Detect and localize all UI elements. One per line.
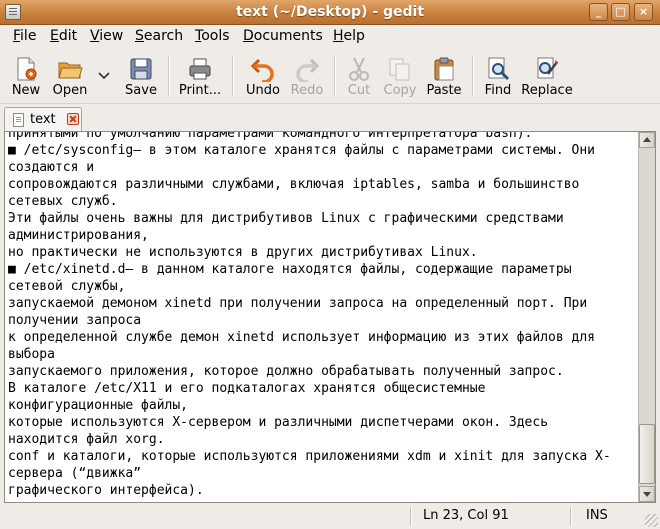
text-line: сервера (“движка”	[8, 466, 142, 481]
text-line: запускаемой демоном xinetd при получении…	[8, 296, 588, 311]
copy-icon	[389, 58, 410, 81]
text-line: администрирования,	[8, 228, 149, 243]
text-line: ■ /etc/xinetd.d— в данном каталоге наход…	[8, 262, 572, 277]
undo-button[interactable]: Undo	[240, 52, 286, 102]
close-tab-icon[interactable]	[67, 113, 79, 125]
document-tabs: text	[0, 105, 660, 132]
menu-documents[interactable]: Documents	[243, 28, 323, 44]
text-line: конфигурационные файлы,	[8, 398, 189, 413]
undo-icon	[250, 58, 274, 82]
copy-button[interactable]: Copy	[380, 52, 420, 102]
toolbar-separator	[168, 56, 170, 96]
save-icon	[130, 58, 152, 80]
print-button[interactable]: Print...	[174, 52, 226, 102]
text-line: выбора	[8, 347, 55, 362]
text-line: сетевой службы,	[8, 279, 126, 294]
menu-search[interactable]: Search	[135, 28, 183, 44]
menu-view[interactable]: View	[90, 28, 123, 44]
window-title: text (~/Desktop) - gedit	[235, 4, 425, 20]
toolbar-separator	[472, 56, 474, 96]
toolbar-separator	[334, 56, 336, 96]
menu-edit[interactable]: Edit	[50, 28, 77, 44]
text-line: сопровождаются различными службами, вклю…	[8, 177, 580, 192]
text-line: запускаемого приложения, которое должно …	[8, 364, 564, 379]
open-button[interactable]: Open	[50, 52, 90, 102]
text-line: принятыми по умолчанию параметрами коман…	[8, 132, 533, 141]
scissors-icon	[349, 57, 369, 81]
scroll-down-arrow-icon[interactable]	[639, 486, 655, 502]
status-divider	[410, 507, 412, 526]
scrollbar-thumb[interactable]	[639, 424, 655, 484]
replace-icon	[537, 57, 558, 79]
find-icon	[488, 57, 510, 81]
text-line: В каталоге /etc/X11 и его подкаталогах х…	[8, 381, 486, 396]
redo-button[interactable]: Redo	[286, 52, 328, 102]
vertical-scrollbar[interactable]	[638, 132, 655, 502]
toolbar-separator	[232, 56, 234, 96]
menu-help[interactable]: Help	[333, 28, 365, 44]
cursor-position: Ln 23, Col 91	[423, 508, 509, 523]
find-button[interactable]: Find	[480, 52, 516, 102]
text-editor[interactable]: принятыми по умолчанию параметрами коман…	[5, 132, 637, 502]
cut-button[interactable]: Cut	[340, 52, 378, 102]
text-line: находится файл xorg.	[8, 432, 165, 447]
replace-button[interactable]: Replace	[518, 52, 576, 102]
title-bar: text (~/Desktop) - gedit _ □ ×	[0, 0, 660, 25]
menu-file[interactable]: File	[13, 28, 36, 44]
chevron-down-icon	[98, 72, 110, 80]
close-window-button[interactable]: ×	[634, 3, 653, 21]
text-line: conf и каталоги, которые используются пр…	[8, 449, 611, 464]
tab-text[interactable]: text	[4, 107, 82, 132]
text-line: получении запроса	[8, 313, 142, 328]
clipboard-icon	[434, 57, 454, 81]
text-line: которые используются X-сервером и различ…	[8, 415, 549, 430]
printer-icon	[189, 58, 211, 80]
text-line: но практически не используются в других …	[8, 245, 478, 260]
scroll-up-arrow-icon[interactable]	[639, 132, 655, 148]
menu-tools[interactable]: Tools	[195, 28, 230, 44]
open-recent-dropdown[interactable]	[94, 52, 114, 102]
text-line: сетевых служб.	[8, 194, 118, 209]
text-line: к определенной службе демон xinetd испол…	[8, 330, 595, 345]
redo-icon	[296, 58, 320, 82]
menu-bar: File Edit View Search Tools Documents He…	[0, 25, 660, 48]
folder-open-icon	[58, 62, 83, 79]
save-button[interactable]: Save	[120, 52, 162, 102]
text-line: создаются и	[8, 160, 95, 175]
text-line: Эти файлы очень важны для дистрибутивов …	[8, 211, 564, 226]
maximize-button[interactable]: □	[611, 3, 630, 21]
status-divider	[570, 507, 572, 526]
resize-grip[interactable]	[645, 514, 658, 527]
text-document-icon	[13, 113, 24, 127]
text-line: ■ /etc/sysconfig— в этом каталоге хранят…	[8, 143, 595, 158]
new-document-icon	[17, 57, 37, 81]
insert-mode: INS	[586, 508, 608, 523]
text-line: графического интерфейса).	[8, 483, 204, 498]
minimize-button[interactable]: _	[589, 3, 608, 21]
paste-button[interactable]: Paste	[422, 52, 466, 102]
new-button[interactable]: New	[4, 52, 48, 102]
status-bar: Ln 23, Col 91 INS	[0, 504, 660, 529]
editor-frame: принятыми по умолчанию параметрами коман…	[4, 131, 656, 503]
toolbar: New Open Save Print... Undo Redo Cut Cop…	[0, 48, 660, 104]
